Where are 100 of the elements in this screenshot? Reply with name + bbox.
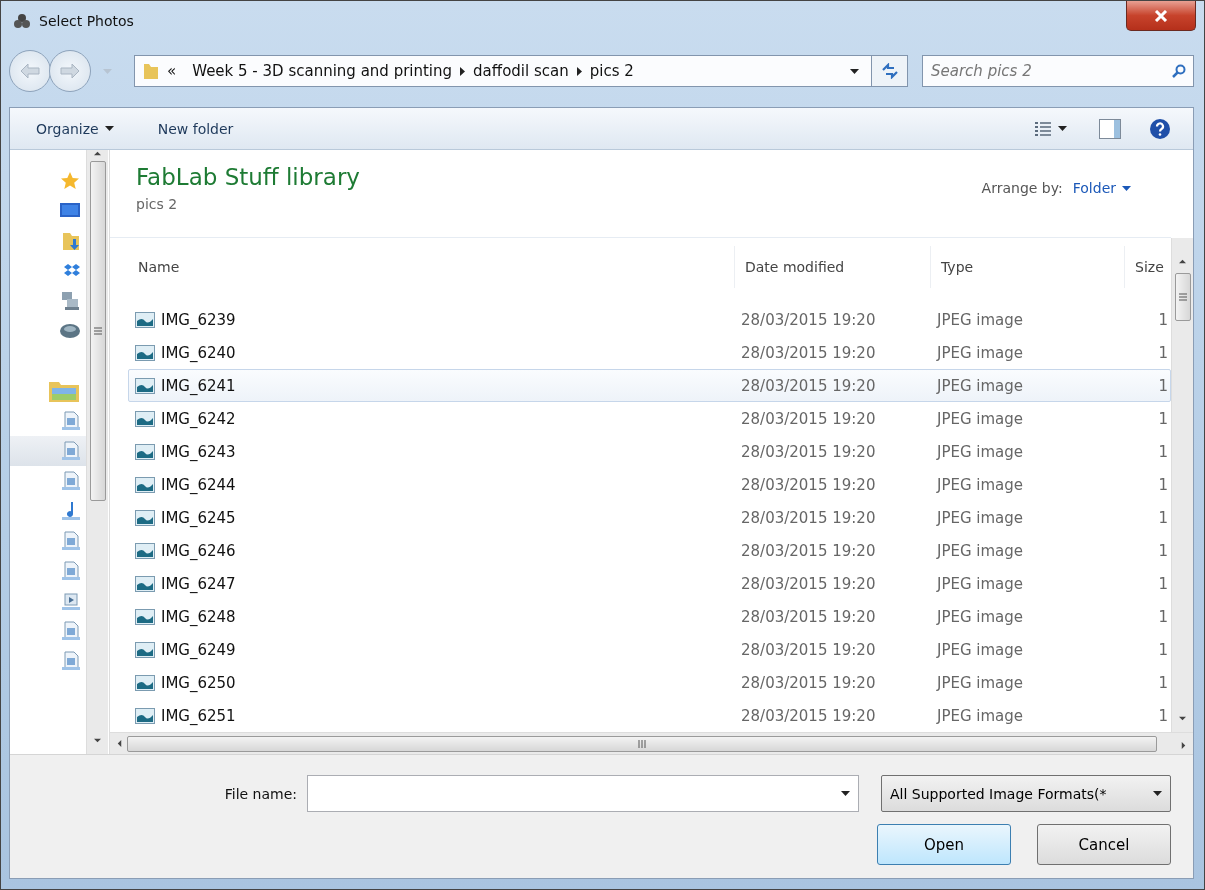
toolbar-button[interactable]: Organize [32,116,118,141]
close-icon [1154,9,1168,22]
file-row[interactable]: IMG_6239 28/03/2015 19:20 JPEG image 1 [128,303,1171,336]
file-row[interactable]: IMG_6251 28/03/2015 19:20 JPEG image 1 [128,699,1171,732]
size-cell-text: 1 [1157,508,1169,527]
scroll-down-arrow[interactable] [1179,715,1186,722]
folder-icon [143,62,159,80]
date-cell-text: 28/03/2015 19:20 [740,541,877,560]
file-row[interactable]: IMG_6246 28/03/2015 19:20 JPEG image 1 [128,534,1171,567]
search-icon [1172,64,1186,78]
horizontal-scrollbar[interactable] [110,732,1193,754]
video-icon [62,591,80,611]
library-subtitle: pics 2 [136,196,179,212]
scroll-down-arrow[interactable] [94,737,101,744]
scroll-up-arrow[interactable] [1179,258,1186,265]
image-file-icon [135,509,155,526]
refresh-button[interactable] [871,56,907,86]
breadcrumb[interactable]: daffodil scan [465,62,577,80]
caret-icon [841,791,850,796]
column-header[interactable]: Name [128,246,734,288]
file-name-label: File name: [224,785,297,802]
file-name: IMG_6246 [161,541,236,560]
file-row[interactable]: IMG_6242 28/03/2015 19:20 JPEG image 1 [128,402,1171,435]
file-row[interactable]: IMG_6243 28/03/2015 19:20 JPEG image 1 [128,435,1171,468]
preview-pane-icon[interactable] [1099,118,1121,139]
caret-icon [1122,185,1131,191]
file-name: IMG_6239 [161,310,236,329]
document-icon [62,621,80,641]
address-bar[interactable]: « Week 5 - 3D scanning and printing daffodil scan pics 2 [134,55,908,87]
breadcrumb-overflow[interactable]: « [159,62,185,80]
size-cell-text: 1 [1157,442,1169,461]
file-name: IMG_6240 [161,343,236,362]
size-cell-text: 1 [1157,475,1169,494]
desktop-icon [60,203,80,219]
type-cell-text: JPEG image [935,310,1025,329]
library-title: FabLab Stuff library [136,164,360,190]
caret-icon [103,68,112,74]
arrange-dropdown[interactable]: Folder [1072,180,1131,196]
document-icon [62,561,80,581]
scroll-left-arrow[interactable] [116,740,123,747]
sidebar-scrollbar[interactable] [86,150,108,754]
size-cell-text: 1 [1157,376,1169,395]
image-file-icon [135,443,155,460]
document-icon [62,531,80,551]
size-cell-text: 1 [1157,607,1169,626]
date-cell-text: 28/03/2015 19:20 [740,376,877,395]
type-cell-text: JPEG image [935,409,1025,428]
file-row[interactable]: IMG_6247 28/03/2015 19:20 JPEG image 1 [128,567,1171,600]
file-row[interactable]: IMG_6240 28/03/2015 19:20 JPEG image 1 [128,336,1171,369]
help-icon[interactable] [1149,117,1171,140]
grip-icon [93,327,102,335]
date-cell-text: 28/03/2015 19:20 [740,310,877,329]
image-file-icon [135,674,155,691]
back-button[interactable] [9,50,51,92]
dropbox-icon [64,263,80,279]
scroll-right-arrow[interactable] [1180,742,1187,749]
file-row[interactable]: IMG_6249 28/03/2015 19:20 JPEG image 1 [128,633,1171,666]
file-name: IMG_6244 [161,475,236,494]
file-name: IMG_6243 [161,442,236,461]
image-file-icon [135,542,155,559]
dialog-button[interactable]: Open [877,824,1011,865]
date-cell-text: 28/03/2015 19:20 [740,607,877,626]
file-row[interactable]: IMG_6241 28/03/2015 19:20 JPEG image 1 [128,369,1171,402]
search-field[interactable]: Search pics 2 [922,55,1194,87]
date-cell-text: 28/03/2015 19:20 [740,706,877,725]
star-icon [60,171,80,191]
caret-icon [1153,791,1162,796]
folder-download-icon [62,231,80,251]
disk-drive-icon [60,323,80,339]
list-scrollbar[interactable] [1171,238,1193,732]
file-type-dropdown[interactable]: All Supported Image Formats(* [881,775,1171,812]
file-name-field[interactable] [307,775,859,812]
breadcrumb[interactable]: pics 2 [581,62,642,80]
file-name: IMG_6241 [161,376,236,395]
type-cell-text: JPEG image [935,343,1025,362]
type-cell-text: JPEG image [935,574,1025,593]
file-row[interactable]: IMG_6248 28/03/2015 19:20 JPEG image 1 [128,600,1171,633]
scroll-up-arrow[interactable] [94,150,101,157]
breadcrumb[interactable]: Week 5 - 3D scanning and printing [184,62,461,80]
type-cell-text: JPEG image [935,376,1025,395]
size-cell-text: 1 [1157,640,1169,659]
file-row[interactable]: IMG_6244 28/03/2015 19:20 JPEG image 1 [128,468,1171,501]
image-file-icon [135,476,155,493]
file-row[interactable]: IMG_6245 28/03/2015 19:20 JPEG image 1 [128,501,1171,534]
size-cell-text: 1 [1157,310,1169,329]
chevron-right-icon [576,66,582,76]
close-button[interactable] [1126,1,1196,31]
type-cell-text: JPEG image [935,706,1025,725]
arrange-label: Arrange by: [981,180,1063,196]
file-name: IMG_6248 [161,607,236,626]
dialog-button[interactable]: Cancel [1037,824,1171,865]
column-header[interactable]: Date modified [734,246,930,288]
size-cell-text: 1 [1157,673,1169,692]
toolbar-button[interactable]: New folder [153,116,238,141]
image-file-icon [135,575,155,592]
file-row[interactable]: IMG_6250 28/03/2015 19:20 JPEG image 1 [128,666,1171,699]
column-header[interactable]: Type [930,246,1124,288]
date-cell-text: 28/03/2015 19:20 [740,508,877,527]
image-file-icon [135,377,155,394]
forward-button[interactable] [49,50,91,92]
